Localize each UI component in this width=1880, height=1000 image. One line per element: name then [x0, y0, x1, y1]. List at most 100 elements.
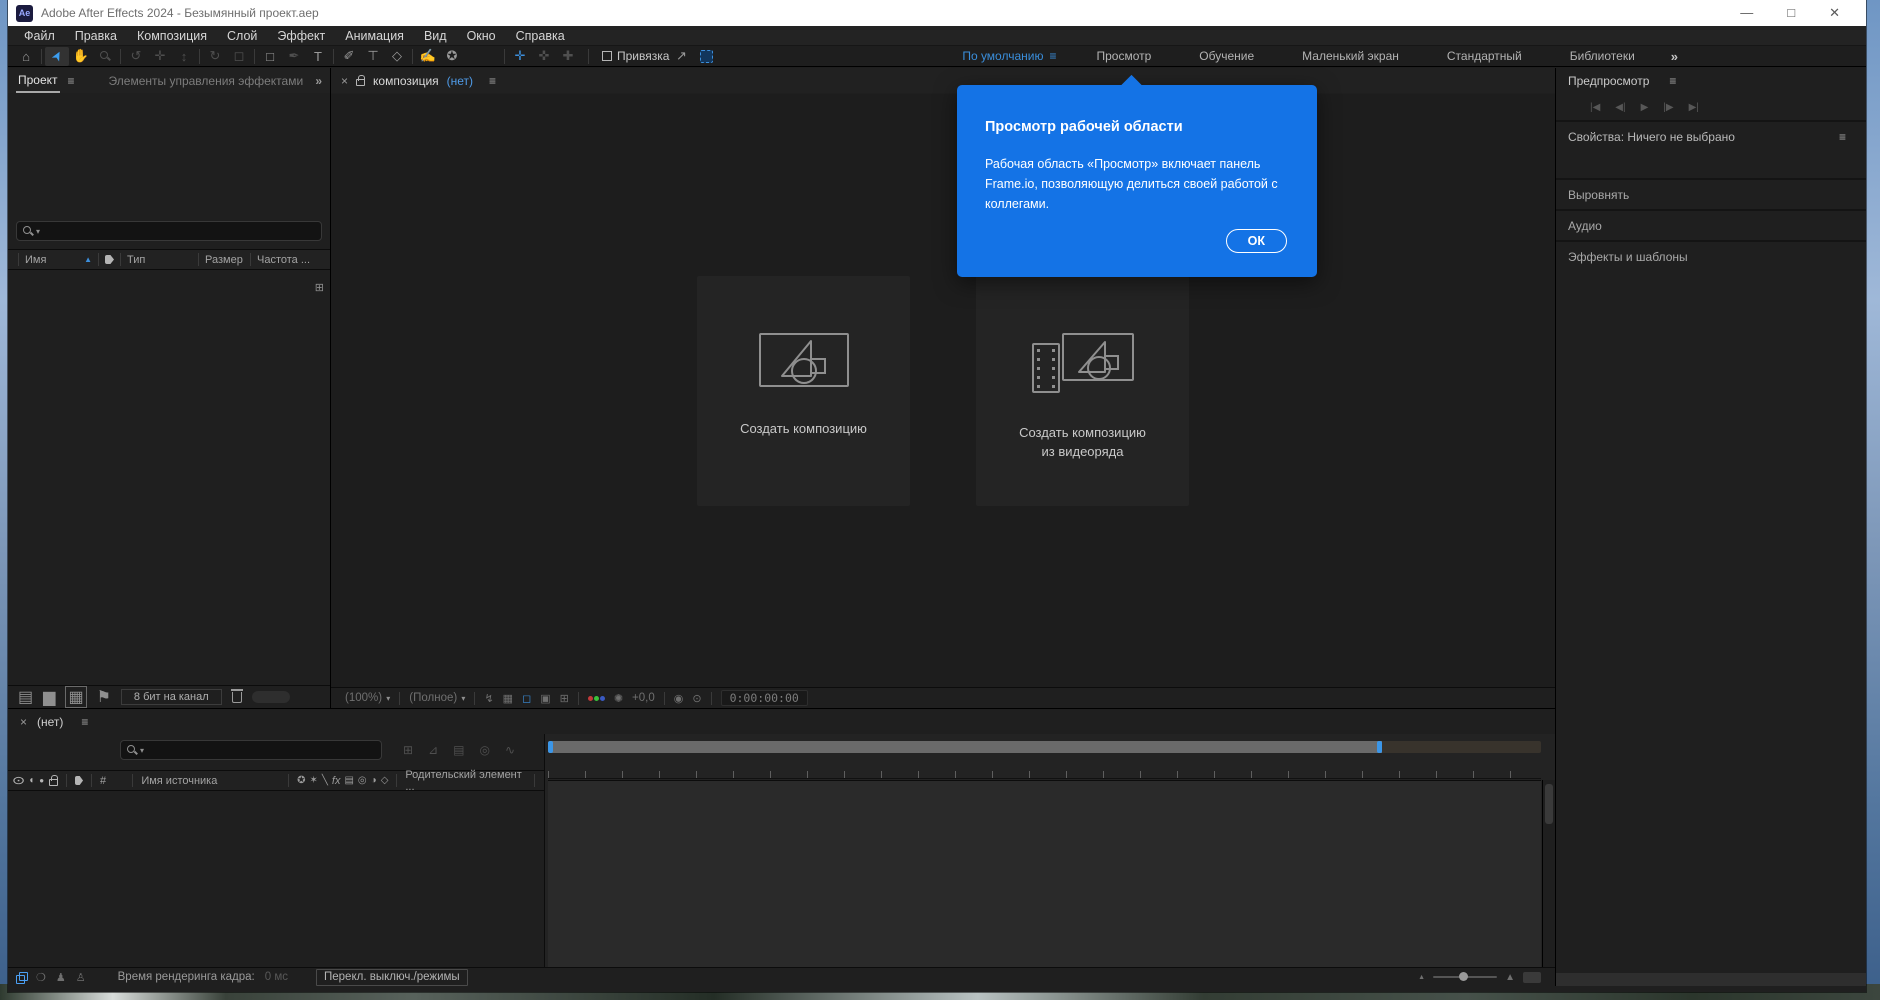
previous-frame-icon[interactable]: ◀| [1615, 102, 1625, 113]
show-channel-icon[interactable] [588, 696, 605, 701]
workspace-libraries[interactable]: Библиотеки [1546, 49, 1659, 63]
zoom-in-icon[interactable]: ▲ [1505, 972, 1515, 983]
hand-tool[interactable]: ✋ [69, 47, 93, 66]
column-source-name[interactable]: Имя источника [141, 775, 280, 787]
selection-bounds-icon[interactable] [700, 50, 713, 63]
play-icon[interactable]: ▶ [1641, 102, 1649, 113]
rotate-tool[interactable]: ↻ [203, 47, 227, 66]
timeline-tab-label[interactable]: (нет) [37, 715, 63, 729]
zoom-slider-track[interactable] [1433, 976, 1497, 978]
comp-mini-flowchart-icon[interactable]: ⊞ [403, 743, 413, 757]
last-frame-icon[interactable]: ▶| [1689, 102, 1699, 113]
zoom-out-icon[interactable]: ▲ [1418, 974, 1425, 981]
rectangle-tool[interactable]: □ [258, 47, 282, 66]
new-folder-icon[interactable]: ▆ [43, 687, 55, 707]
region-of-interest-icon[interactable]: ◻ [522, 692, 531, 705]
project-item-list[interactable]: ⊞ [8, 273, 330, 685]
eye-icon[interactable]: ⊙ [12, 774, 25, 787]
snap-checkbox[interactable] [602, 51, 612, 61]
workspace-default[interactable]: По умолчанию [938, 49, 1049, 63]
motion-blur-master-icon[interactable]: ◎ [479, 743, 489, 757]
view-axis-mode-button[interactable]: ✚ [556, 47, 580, 66]
world-axis-mode-button[interactable]: ✜ [532, 47, 556, 66]
viewer-panel-menu-icon[interactable]: ≡ [489, 74, 496, 88]
menu-edit[interactable]: Правка [65, 29, 127, 43]
new-composition-card[interactable]: Создать композицию [697, 276, 910, 506]
frame-blend-switch-icon[interactable]: ▤ [344, 775, 353, 786]
panel-expand-button[interactable]: » [315, 74, 322, 88]
workspace-review[interactable]: Просмотр [1072, 49, 1175, 63]
mask-visibility-icon[interactable]: ▣ [540, 692, 550, 705]
project-flowchart-icon[interactable]: ⊞ [315, 281, 324, 294]
motion-blur-switch-icon[interactable]: ◎ [358, 775, 367, 786]
puppet-pin-tool[interactable]: ✪ [440, 47, 464, 66]
type-tool[interactable]: T [306, 47, 330, 66]
orbit-camera-tool[interactable]: ↺ [124, 47, 148, 66]
local-axis-mode-button[interactable]: ✛ [508, 47, 532, 66]
ok-button[interactable]: ОК [1226, 229, 1287, 253]
proxy-icon[interactable]: ⚑ [97, 687, 111, 707]
workspace-standard[interactable]: Стандартный [1423, 49, 1546, 63]
resolution-dropdown[interactable]: (Полное) ▾ [409, 692, 465, 704]
fast-previews-icon[interactable]: ↯ [484, 692, 493, 705]
properties-section[interactable]: Свойства: Ничего не выбрано ≡ [1556, 120, 1866, 178]
lock-icon[interactable] [356, 79, 365, 86]
workspace-learn[interactable]: Обучение [1175, 49, 1278, 63]
viewer-close-icon[interactable]: × [341, 74, 348, 88]
column-type[interactable]: Тип [121, 253, 199, 266]
viewer-tab-title[interactable]: композиция [373, 74, 439, 88]
new-composition-icon[interactable]: ▦ [65, 686, 86, 708]
brush-tool[interactable]: ✐ [337, 47, 361, 66]
fx-switch-icon[interactable]: fx [332, 775, 341, 787]
transparency-grid-icon[interactable]: ▦ [503, 692, 513, 705]
workspace-overflow-button[interactable]: » [1659, 49, 1690, 64]
menu-composition[interactable]: Композиция [127, 29, 217, 43]
quality-switch-icon[interactable]: ✪ [297, 775, 305, 786]
close-button[interactable]: ✕ [1829, 0, 1840, 26]
home-button[interactable]: ⌂ [14, 47, 38, 66]
audio-icon[interactable]: ◖ [28, 775, 34, 786]
time-ruler[interactable] [548, 756, 1541, 779]
exposure-value[interactable]: +0,0 [632, 692, 655, 704]
exposure-icon[interactable]: ✺ [614, 692, 623, 705]
label-color-icon[interactable] [75, 776, 83, 785]
eraser-tool[interactable]: ◇ [385, 47, 409, 66]
clone-stamp-tool[interactable]: ⊤ [361, 47, 385, 66]
navigator-end-handle[interactable] [1377, 741, 1382, 753]
preview-panel-title[interactable]: Предпросмотр [1568, 74, 1649, 88]
preview-status-icon[interactable]: ♟ [56, 971, 66, 984]
zoom-slider-knob[interactable] [1459, 972, 1468, 981]
menu-view[interactable]: Вид [414, 29, 457, 43]
lock-icon[interactable] [49, 779, 58, 786]
timeline-search-input[interactable] [144, 743, 376, 757]
magnification-dropdown[interactable]: (100%) ▾ [345, 692, 390, 704]
effects-switch-icon[interactable]: ╲ [322, 775, 328, 786]
multi-frame-rendering-icon[interactable]: ❍ [36, 971, 46, 984]
adjustment-layer-switch-icon[interactable]: ◑ [371, 775, 377, 786]
menu-file[interactable]: Файл [14, 29, 65, 43]
tab-project[interactable]: Проект [16, 68, 60, 93]
bit-depth-button[interactable]: 8 бит на канал [121, 689, 222, 705]
next-frame-icon[interactable]: |▶ [1663, 102, 1673, 113]
graph-editor-icon[interactable]: ∿ [505, 743, 515, 757]
zoom-tool[interactable] [93, 47, 117, 66]
show-snapshot-icon[interactable]: ⊙ [692, 692, 701, 705]
effects-presets-section[interactable]: Эффекты и шаблоны [1556, 240, 1866, 271]
column-rate[interactable]: Частота ... [251, 253, 330, 266]
audio-section[interactable]: Аудио [1556, 209, 1866, 240]
dolly-camera-tool[interactable]: ↕ [172, 47, 196, 66]
timeline-vertical-scrollbar[interactable] [1542, 780, 1555, 967]
timeline-panel-menu-icon[interactable]: ≡ [81, 715, 88, 729]
menu-window[interactable]: Окно [457, 29, 506, 43]
right-panel-scrollbar[interactable] [1556, 973, 1866, 986]
first-frame-icon[interactable]: |◀ [1590, 102, 1600, 113]
project-search-input[interactable] [40, 224, 316, 238]
3d-layer-switch-icon[interactable]: ◇ [381, 775, 389, 786]
pen-tool[interactable]: ✒ [282, 47, 306, 66]
roto-brush-tool[interactable]: ✍ [416, 47, 440, 66]
snapshot-icon[interactable]: ◉ [674, 692, 684, 705]
toggle-switches-modes-button[interactable]: Перекл. выключ./режимы [316, 969, 468, 986]
preview-panel-menu-icon[interactable]: ≡ [1669, 74, 1676, 88]
pan-camera-tool[interactable]: ✛ [148, 47, 172, 66]
timeline-horizontal-scrollbar[interactable] [1523, 972, 1541, 983]
